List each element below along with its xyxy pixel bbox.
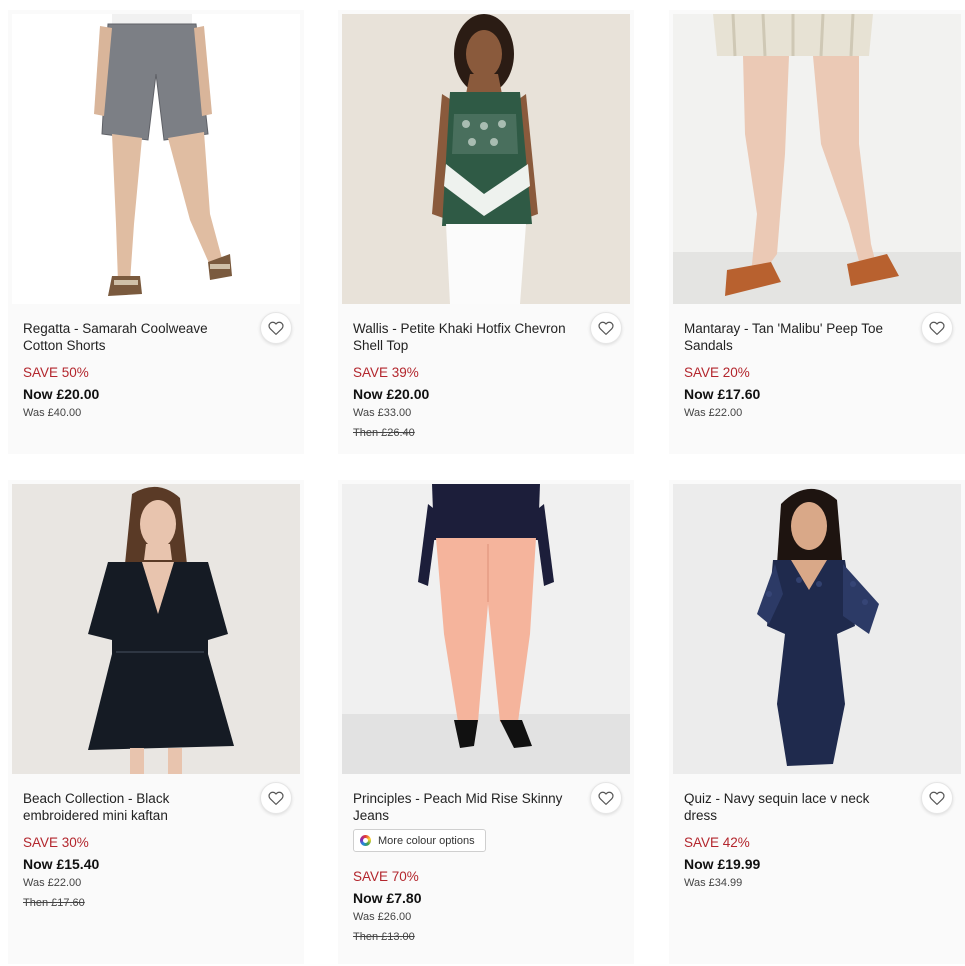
save-badge: SAVE 70%	[353, 869, 419, 884]
product-card[interactable]: Beach Collection - Black embroidered min…	[8, 480, 304, 964]
product-card[interactable]: Wallis - Petite Khaki Hotfix Chevron She…	[338, 10, 634, 454]
save-badge: SAVE 30%	[23, 835, 89, 850]
product-card[interactable]: Quiz - Navy sequin lace v neck dress SAV…	[669, 480, 965, 964]
product-title[interactable]: Principles - Peach Mid Rise Skinny Jeans	[353, 790, 573, 824]
was-price: Was £26.00	[353, 911, 412, 923]
wishlist-button[interactable]	[590, 782, 622, 814]
now-price: Now £15.40	[23, 856, 100, 872]
was-price: Was £33.00	[353, 407, 412, 419]
product-image[interactable]	[12, 484, 300, 774]
product-title[interactable]: Wallis - Petite Khaki Hotfix Chevron She…	[353, 320, 573, 354]
product-image[interactable]	[12, 14, 300, 304]
wishlist-button[interactable]	[590, 312, 622, 344]
more-colour-options-label: More colour options	[378, 834, 475, 847]
product-title[interactable]: Mantaray - Tan 'Malibu' Peep Toe Sandals	[684, 320, 904, 354]
heart-icon	[597, 789, 615, 807]
heart-icon	[928, 319, 946, 337]
now-price: Now £17.60	[684, 386, 761, 402]
now-price: Now £20.00	[23, 386, 100, 402]
colour-wheel-icon	[360, 835, 371, 846]
product-title[interactable]: Regatta - Samarah Coolweave Cotton Short…	[23, 320, 243, 354]
heart-icon	[928, 789, 946, 807]
save-badge: SAVE 42%	[684, 835, 750, 850]
then-price: Then £13.00	[353, 931, 415, 943]
heart-icon	[267, 789, 285, 807]
product-card[interactable]: Regatta - Samarah Coolweave Cotton Short…	[8, 10, 304, 454]
now-price: Now £19.99	[684, 856, 761, 872]
product-title[interactable]: Quiz - Navy sequin lace v neck dress	[684, 790, 904, 824]
product-image[interactable]	[673, 14, 961, 304]
now-price: Now £20.00	[353, 386, 430, 402]
heart-icon	[597, 319, 615, 337]
product-card[interactable]: Principles - Peach Mid Rise Skinny Jeans…	[338, 480, 634, 964]
save-badge: SAVE 39%	[353, 365, 419, 380]
product-title[interactable]: Beach Collection - Black embroidered min…	[23, 790, 243, 824]
wishlist-button[interactable]	[260, 782, 292, 814]
product-image[interactable]	[342, 14, 630, 304]
then-price: Then £17.60	[23, 897, 85, 909]
save-badge: SAVE 50%	[23, 365, 89, 380]
heart-icon	[267, 319, 285, 337]
then-price: Then £26.40	[353, 427, 415, 439]
product-card[interactable]: Mantaray - Tan 'Malibu' Peep Toe Sandals…	[669, 10, 965, 454]
wishlist-button[interactable]	[921, 312, 953, 344]
product-image[interactable]	[673, 484, 961, 774]
was-price: Was £40.00	[23, 407, 82, 419]
was-price: Was £22.00	[23, 877, 82, 889]
was-price: Was £22.00	[684, 407, 743, 419]
was-price: Was £34.99	[684, 877, 743, 889]
more-colour-options-button[interactable]: More colour options	[353, 829, 486, 852]
now-price: Now £7.80	[353, 890, 422, 906]
wishlist-button[interactable]	[260, 312, 292, 344]
wishlist-button[interactable]	[921, 782, 953, 814]
product-image[interactable]	[342, 484, 630, 774]
save-badge: SAVE 20%	[684, 365, 750, 380]
